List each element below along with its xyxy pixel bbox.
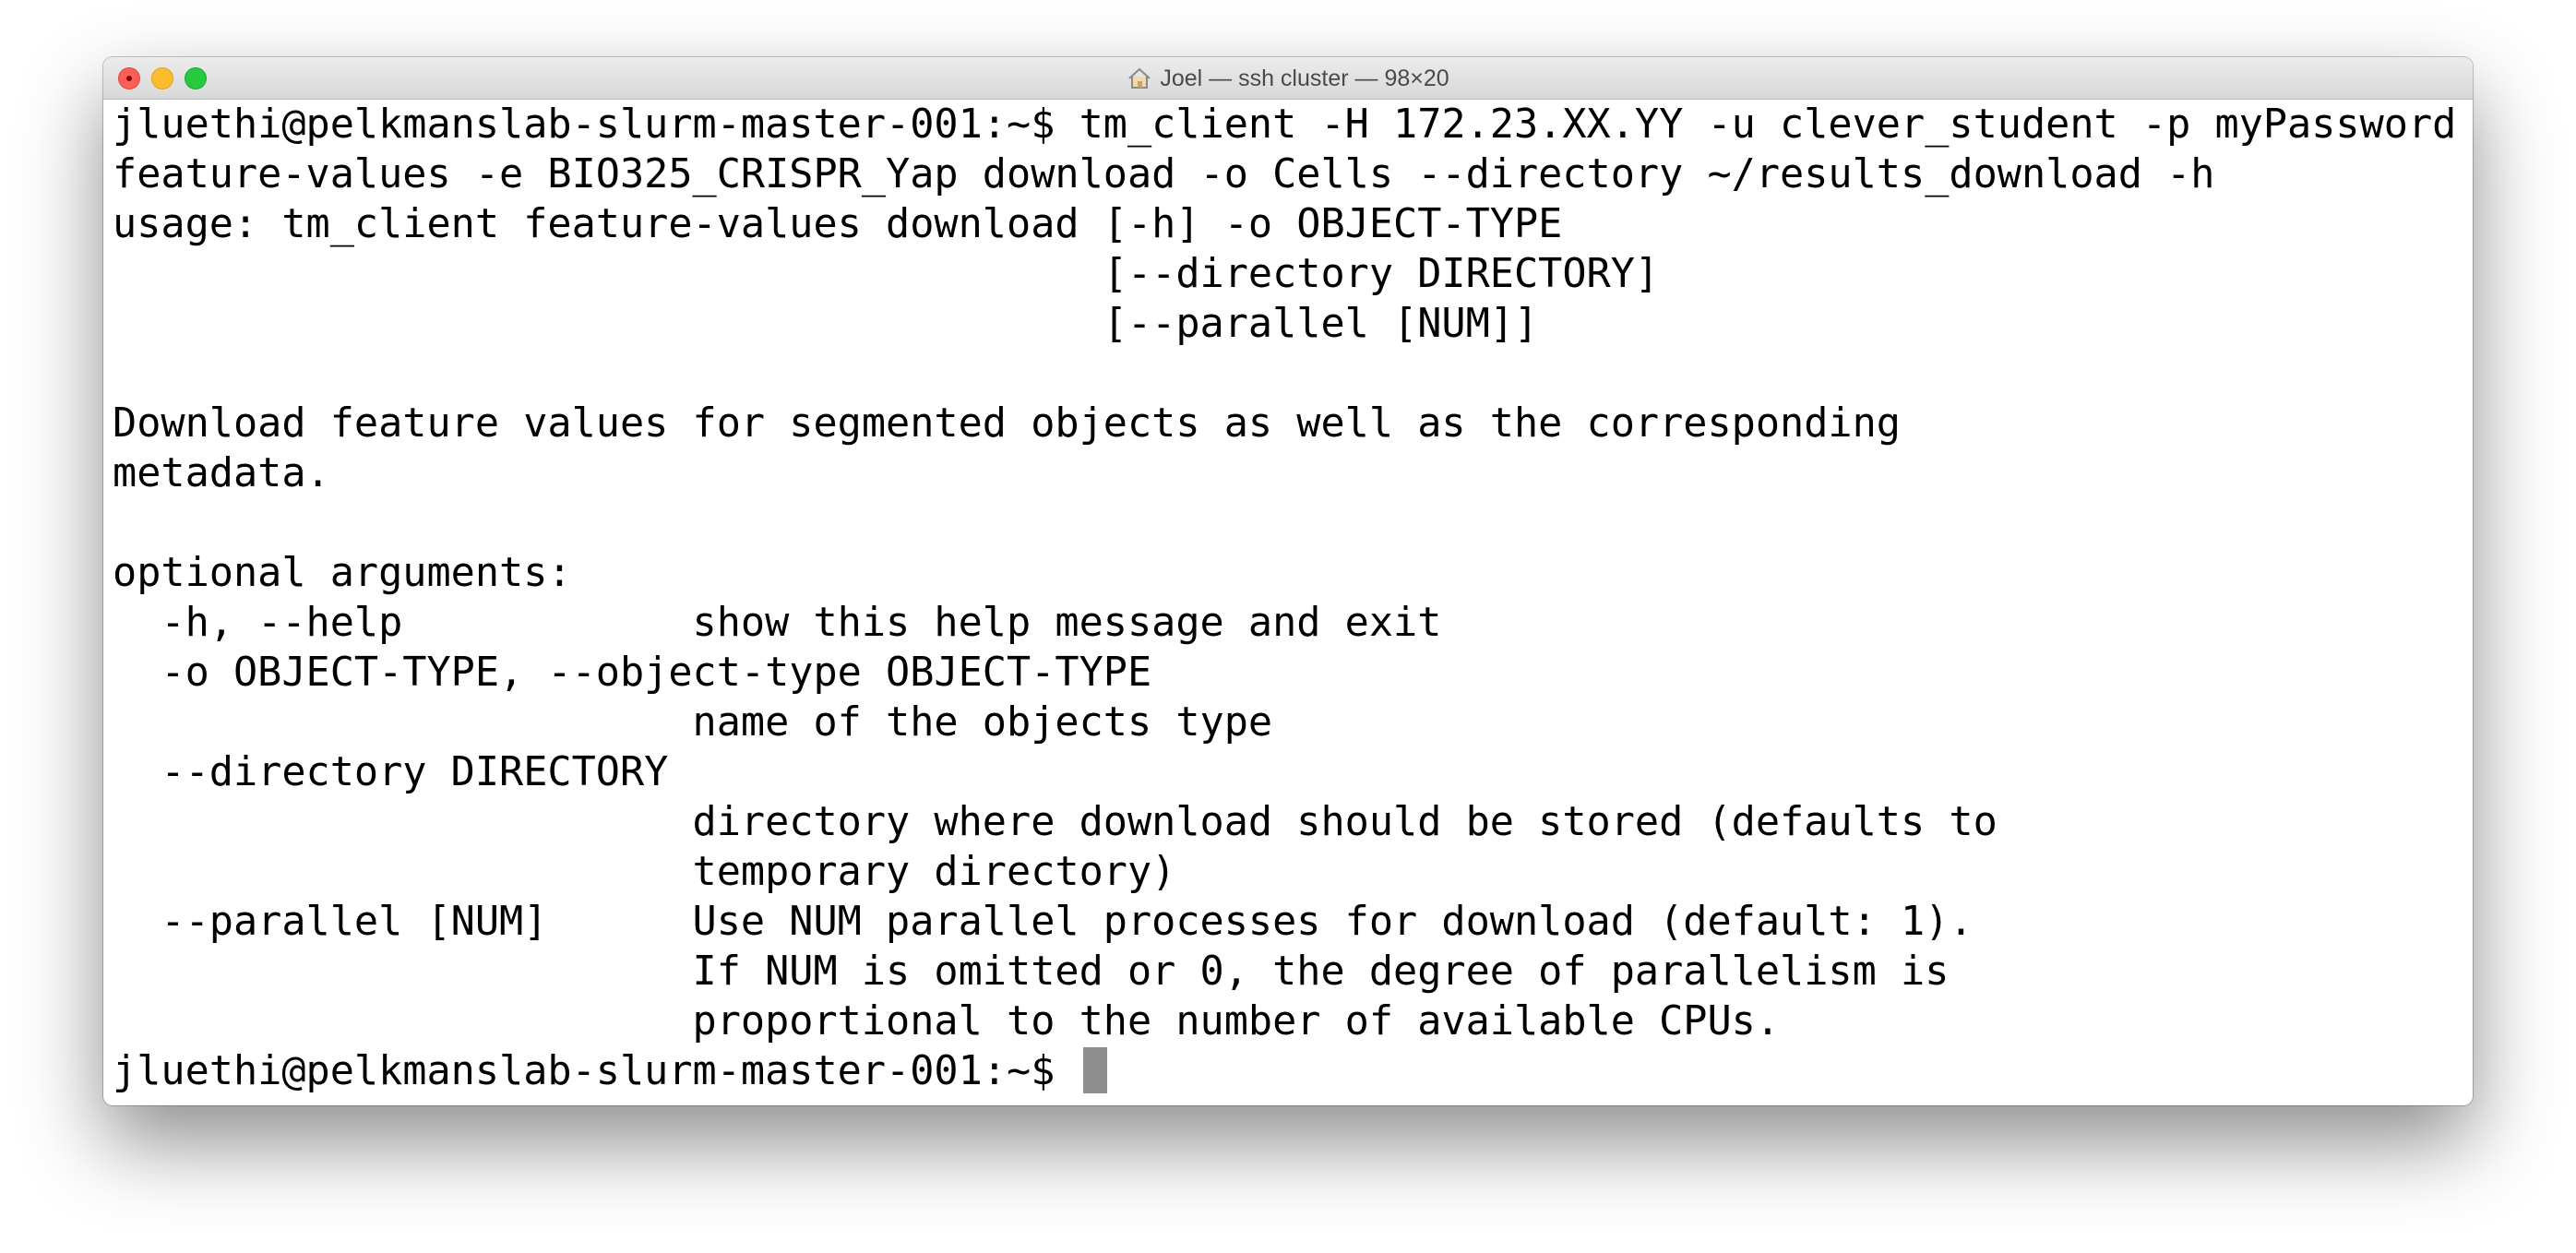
shell-prompt: jluethi@pelkmanslab-slurm-master-001:~$ (113, 1048, 1079, 1094)
terminal-output[interactable]: jluethi@pelkmanslab-slurm-master-001:~$ … (103, 100, 2473, 1096)
terminal-line: --directory DIRECTORY (113, 749, 669, 795)
terminal-line: jluethi@pelkmanslab-slurm-master-001:~$ … (113, 101, 2457, 148)
terminal-line: directory where download should be store… (113, 799, 1998, 845)
terminal-line: --parallel [NUM] Use NUM parallel proces… (113, 899, 1974, 945)
terminal-line: -h, --help show this help message and ex… (113, 600, 1442, 646)
title-bar[interactable]: Joel — ssh cluster — 98×20 (103, 57, 2473, 100)
terminal-line: name of the objects type (113, 699, 1273, 746)
terminal-line: [--directory DIRECTORY] (113, 251, 1660, 297)
terminal-line: [--parallel [NUM]] (113, 301, 1539, 347)
window-title: Joel — ssh cluster — 98×20 (1160, 65, 1449, 91)
prompt-line[interactable]: jluethi@pelkmanslab-slurm-master-001:~$ (113, 1046, 2473, 1096)
terminal-line: feature-values -e BIO325_CRISPR_Yap down… (113, 151, 2215, 197)
terminal-line: temporary directory) (113, 849, 1176, 895)
home-icon (1127, 67, 1152, 90)
terminal-window: Joel — ssh cluster — 98×20 jluethi@pelkm… (103, 57, 2473, 1105)
terminal-line: Download feature values for segmented ob… (113, 400, 1902, 447)
terminal-line: -o OBJECT-TYPE, --object-type OBJECT-TYP… (113, 650, 1152, 696)
terminal-cursor (1082, 1047, 1107, 1093)
terminal-line: proportional to the number of available … (113, 998, 1781, 1044)
terminal-line: optional arguments: (113, 550, 572, 596)
window-title-container: Joel — ssh cluster — 98×20 (103, 57, 2473, 100)
terminal-line: metadata. (113, 450, 330, 496)
terminal-line: If NUM is omitted or 0, the degree of pa… (113, 949, 1950, 995)
terminal-line: usage: tm_client feature-values download… (113, 201, 1563, 247)
